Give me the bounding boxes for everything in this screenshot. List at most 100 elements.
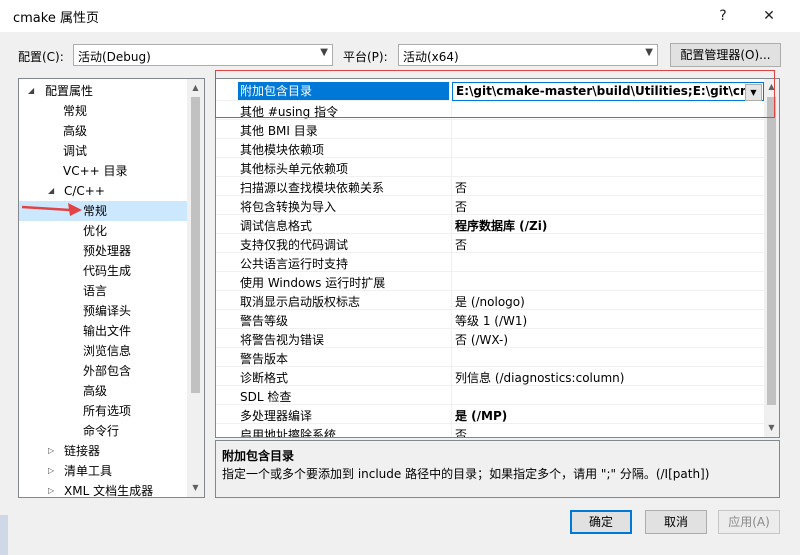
tree-item-code-gen[interactable]: 代码生成 — [83, 261, 131, 281]
grid-row[interactable]: 其他 BMI 目录 — [216, 120, 764, 139]
expanded-icon[interactable]: ◢ — [28, 81, 38, 101]
grid-row[interactable]: 取消显示启动版权标志 是 (/nologo) — [216, 291, 764, 310]
property-value[interactable]: 列信息 (/diagnostics:column) — [455, 369, 624, 386]
tree-item-manifest-tool[interactable]: ▷ 清单工具 — [19, 461, 187, 481]
grid-row[interactable]: 启用地址擦除系统 否 — [216, 424, 764, 438]
property-name: 诊断格式 — [240, 371, 289, 385]
property-name: 警告等级 — [240, 314, 289, 328]
config-manager-button[interactable]: 配置管理器(O)... — [670, 43, 781, 67]
scroll-down-icon[interactable]: ▼ — [764, 423, 779, 432]
property-name: 其他标头单元依赖项 — [240, 162, 349, 176]
tree-label: C/C++ — [64, 184, 105, 198]
grid-row[interactable]: 警告版本 — [216, 348, 764, 367]
collapsed-icon[interactable]: ▷ — [48, 481, 58, 497]
cancel-button[interactable]: 取消 — [645, 510, 707, 534]
property-name: 启用地址擦除系统 — [240, 428, 337, 438]
annotation-highlight-box — [215, 70, 775, 118]
tree-scrollbar[interactable]: ▲ ▼ — [187, 79, 204, 497]
tree-item-cpp-advanced[interactable]: 高级 — [83, 381, 107, 401]
tree-item-output-files[interactable]: 输出文件 — [83, 321, 131, 341]
scroll-thumb[interactable] — [767, 97, 776, 405]
grid-row[interactable]: 其他标头单元依赖项 — [216, 158, 764, 177]
property-name: 将包含转换为导入 — [240, 200, 337, 214]
grid-row[interactable]: 多处理器编译 是 (/MP) — [216, 405, 764, 424]
tree-label: 配置属性 — [45, 84, 94, 98]
property-name: SDL 检查 — [240, 390, 292, 404]
property-value[interactable]: 程序数据库 (/Zi) — [455, 217, 547, 234]
property-tree: ◢ 配置属性 常规 高级 调试 VC++ 目录 ◢ C/C++ 常规 优化 预处… — [18, 78, 205, 498]
grid-row[interactable]: 使用 Windows 运行时扩展 — [216, 272, 764, 291]
platform-label: 平台(P): — [343, 50, 388, 64]
grid-row[interactable]: 警告等级 等级 1 (/W1) — [216, 310, 764, 329]
tree-item-pch[interactable]: 预编译头 — [83, 301, 131, 321]
grid-row[interactable]: 诊断格式 列信息 (/diagnostics:column) — [216, 367, 764, 386]
config-select[interactable]: 活动(Debug) ▼ — [73, 44, 333, 66]
property-grid: 附加包含目录 E:\git\cmake-master\build\Utiliti… — [215, 78, 780, 438]
tree-item-language[interactable]: 语言 — [83, 281, 107, 301]
tree-item-vcpp-dirs[interactable]: VC++ 目录 — [63, 161, 128, 181]
tree-label: 清单工具 — [64, 464, 113, 478]
property-name: 公共语言运行时支持 — [240, 257, 349, 271]
grid-row[interactable]: SDL 检查 — [216, 386, 764, 405]
property-value[interactable]: 否 — [455, 198, 467, 215]
property-value[interactable]: 是 (/MP) — [455, 407, 507, 424]
grid-row[interactable]: 将警告视为错误 否 (/WX-) — [216, 329, 764, 348]
description-text: 指定一个或多个要添加到 include 路径中的目录；如果指定多个，请用 ";"… — [222, 467, 710, 481]
property-value[interactable]: 否 — [455, 236, 467, 253]
tree-item-browse-info[interactable]: 浏览信息 — [83, 341, 131, 361]
property-name: 取消显示启动版权标志 — [240, 295, 361, 309]
tree-item-optimization[interactable]: 优化 — [83, 221, 107, 241]
platform-value: 活动(x64) — [403, 50, 459, 64]
grid-row[interactable]: 支持仅我的代码调试 否 — [216, 234, 764, 253]
window-title: cmake 属性页 — [13, 11, 99, 26]
grid-scrollbar[interactable]: ▲ ▼ — [764, 79, 779, 437]
property-value[interactable]: 否 — [455, 426, 467, 437]
collapsed-icon[interactable]: ▷ — [48, 441, 58, 461]
property-value[interactable]: 是 (/nologo) — [455, 293, 525, 310]
description-panel: 附加包含目录 指定一个或多个要添加到 include 路径中的目录；如果指定多个… — [215, 440, 780, 498]
property-name: 调试信息格式 — [240, 219, 313, 233]
property-value[interactable]: 否 — [455, 179, 467, 196]
tree-item-xml-doc[interactable]: ▷ XML 文档生成器 — [19, 481, 187, 498]
tree-item-config-props[interactable]: ◢ 配置属性 — [19, 81, 187, 101]
property-name: 扫描源以查找模块依赖关系 — [240, 181, 385, 195]
grid-row[interactable]: 扫描源以查找模块依赖关系 否 — [216, 177, 764, 196]
tree-item-linker[interactable]: ▷ 链接器 — [19, 441, 187, 461]
config-value: 活动(Debug) — [78, 50, 151, 64]
grid-row[interactable]: 调试信息格式 程序数据库 (/Zi) — [216, 215, 764, 234]
grid-row[interactable]: 其他模块依赖项 — [216, 139, 764, 158]
tree-item-all-options[interactable]: 所有选项 — [83, 401, 131, 421]
tree-item-preprocessor[interactable]: 预处理器 — [83, 241, 131, 261]
collapsed-icon[interactable]: ▷ — [48, 461, 58, 481]
tree-label: XML 文档生成器 — [64, 484, 154, 498]
tree-label: 常规 — [83, 204, 108, 218]
property-value[interactable]: 等级 1 (/W1) — [455, 312, 527, 329]
scroll-down-icon[interactable]: ▼ — [187, 483, 204, 492]
close-button[interactable]: ✕ — [746, 2, 792, 30]
tree-item-command-line[interactable]: 命令行 — [83, 421, 119, 441]
grid-row[interactable]: 公共语言运行时支持 — [216, 253, 764, 272]
property-name: 支持仅我的代码调试 — [240, 238, 349, 252]
property-name: 其他 BMI 目录 — [240, 124, 318, 138]
property-value[interactable]: 否 (/WX-) — [455, 331, 508, 348]
expanded-icon[interactable]: ◢ — [48, 181, 58, 201]
property-name: 使用 Windows 运行时扩展 — [240, 276, 386, 290]
annotation-arrow-icon — [21, 203, 82, 216]
tree-item-cpp[interactable]: ◢ C/C++ — [19, 181, 187, 201]
platform-select[interactable]: 活动(x64) ▼ — [398, 44, 658, 66]
ok-button[interactable]: 确定 — [570, 510, 632, 534]
property-pages-dialog: cmake 属性页 ? ✕ 配置(C): 活动(Debug) ▼ 平台(P): … — [0, 0, 800, 555]
scroll-thumb[interactable] — [191, 97, 200, 393]
scroll-up-icon[interactable]: ▲ — [187, 83, 204, 92]
property-name: 多处理器编译 — [240, 409, 313, 423]
tree-item-debugging[interactable]: 调试 — [63, 141, 87, 161]
grid-row[interactable]: 将包含转换为导入 否 — [216, 196, 764, 215]
tree-item-general[interactable]: 常规 — [63, 101, 87, 121]
apply-button[interactable]: 应用(A) — [718, 510, 780, 534]
tree-item-advanced[interactable]: 高级 — [63, 121, 87, 141]
property-name: 其他模块依赖项 — [240, 143, 325, 157]
background-editor — [0, 515, 8, 555]
tree-label: 链接器 — [64, 444, 101, 458]
tree-item-external-includes[interactable]: 外部包含 — [83, 361, 131, 381]
help-button[interactable]: ? — [700, 2, 746, 30]
